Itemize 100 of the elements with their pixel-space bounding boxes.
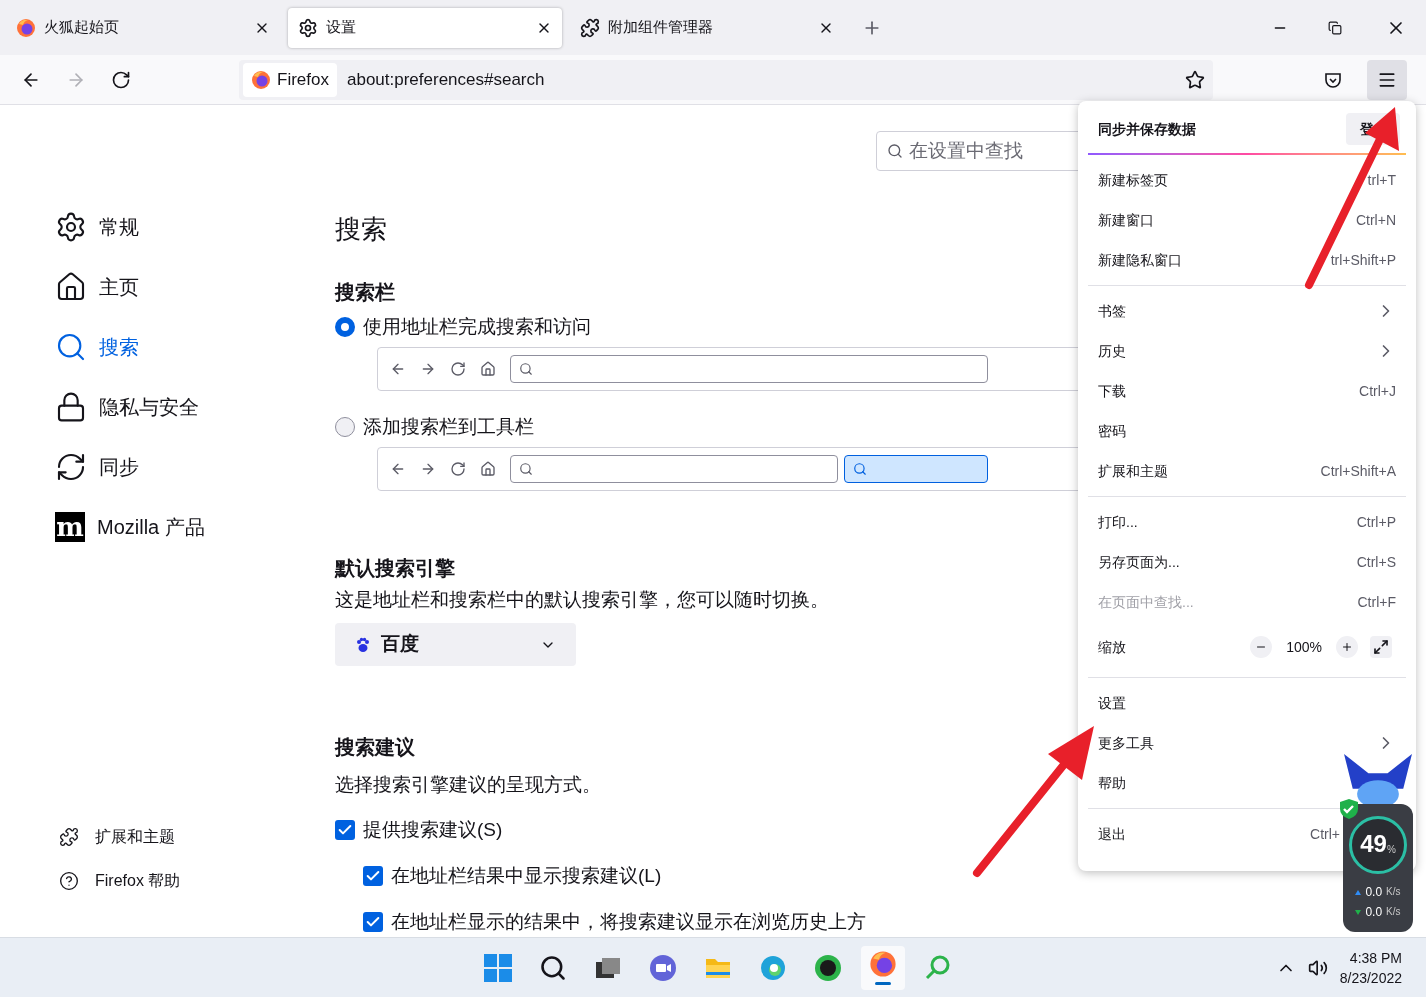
menu-item[interactable]: 另存页面为... xyxy=(1098,553,1180,570)
bookmark-star-icon[interactable] xyxy=(1185,69,1205,90)
menu-item[interactable]: 新建窗口 xyxy=(1098,211,1154,228)
sidebar-item[interactable]: 常规 xyxy=(55,197,335,257)
menu-item[interactable]: 密码 xyxy=(1098,422,1126,439)
search-icon xyxy=(55,331,87,363)
menu-item[interactable]: 缩放 xyxy=(1098,639,1126,655)
settings-icon xyxy=(55,211,87,243)
firefox-taskbar-button[interactable] xyxy=(861,945,905,990)
rate-unit: K/s xyxy=(1386,885,1401,899)
menu-item[interactable]: 新建隐私窗口 xyxy=(1098,251,1182,268)
menu-item[interactable]: 扩展和主题 xyxy=(1098,462,1168,479)
active-indicator xyxy=(875,982,891,985)
search-icon xyxy=(853,462,867,476)
percent-unit: % xyxy=(1386,844,1396,857)
shortcut-text: trl+Shift+P xyxy=(1330,250,1396,270)
search-icon xyxy=(519,362,533,376)
radio-button[interactable] xyxy=(335,317,355,337)
radio-button[interactable] xyxy=(335,417,355,437)
forward-arrow-icon xyxy=(420,461,436,477)
round-app-icon xyxy=(814,953,842,982)
shield-check-icon xyxy=(1339,798,1359,820)
menu-item[interactable]: 退出 xyxy=(1098,825,1126,842)
sidebar-item[interactable]: 隐私与安全 xyxy=(55,377,335,437)
menu-item[interactable]: 设置 xyxy=(1098,694,1126,711)
shortcut-text: trl+T xyxy=(1367,170,1396,190)
reload-icon xyxy=(450,361,466,377)
menu-item[interactable]: 打印... xyxy=(1098,513,1138,530)
checkbox[interactable] xyxy=(363,912,383,932)
menu-item[interactable]: 更多工具 xyxy=(1098,734,1154,751)
browser-swirl-icon xyxy=(759,953,787,982)
sidebar-item[interactable]: 主页 xyxy=(55,257,335,317)
paw-icon xyxy=(355,636,371,653)
checkbox-label: 提供搜索建议(S) xyxy=(363,817,503,842)
download-arrow-icon xyxy=(1355,909,1362,915)
checkbox-label: 在地址栏显示的结果中，将搜索建议显示在浏览历史上方 xyxy=(391,909,866,934)
home-icon xyxy=(55,271,87,303)
browser-tab[interactable]: 设置 xyxy=(288,7,562,48)
checkbox[interactable] xyxy=(363,866,383,886)
search-icon xyxy=(887,143,903,159)
usage-percent: 49 xyxy=(1360,831,1387,857)
checkbox[interactable] xyxy=(335,820,355,840)
address-field[interactable]: Firefox about:preferences#search xyxy=(239,59,1213,100)
sidebar-item[interactable]: 同步 xyxy=(55,437,335,497)
browser-tab[interactable]: 附加组件管理器 xyxy=(570,7,844,48)
menu-item[interactable]: 书签 xyxy=(1098,302,1126,319)
footer-link[interactable]: Firefox 帮助 xyxy=(55,869,335,893)
rate-unit: K/s xyxy=(1386,905,1401,919)
sidebar-item[interactable]: m Mozilla 产品 xyxy=(55,497,335,557)
firefox-logo-icon xyxy=(16,17,36,38)
zoom-level[interactable]: 100% xyxy=(1286,636,1322,658)
firefox-logo-icon xyxy=(251,69,271,90)
mozilla-logo: m xyxy=(55,512,85,542)
puzzle-icon xyxy=(59,827,79,847)
video-camera-icon xyxy=(649,953,677,982)
zoom-out-button[interactable] xyxy=(1250,636,1273,658)
shortcut-text: Ctrl+J xyxy=(1359,381,1396,401)
speaker-icon[interactable] xyxy=(1307,957,1328,978)
lock-icon xyxy=(55,391,87,423)
fullscreen-button[interactable] xyxy=(1370,636,1392,658)
checkbox-label: 在地址栏结果中显示搜索建议(L) xyxy=(391,863,662,888)
zoom-in-button[interactable] xyxy=(1336,636,1358,658)
help-icon xyxy=(59,871,79,891)
reload-icon[interactable] xyxy=(111,69,131,90)
section-description: 这是地址栏和搜索栏中的默认搜索引擎，您可以随时切换。 xyxy=(335,588,829,612)
menu-item[interactable]: 新建标签页 xyxy=(1098,171,1168,188)
settings-icon xyxy=(298,17,318,38)
shortcut-text: Ctrl+ xyxy=(1310,824,1340,844)
menu-button[interactable] xyxy=(1367,59,1407,100)
taskbar-time: 4:38 PM xyxy=(1349,948,1402,968)
section-heading: 搜索栏 xyxy=(335,280,395,305)
url-text: about:preferences#search xyxy=(346,68,546,91)
sidebar-item[interactable]: 搜索 xyxy=(55,317,335,377)
radio-label: 使用地址栏完成搜索和访问 xyxy=(363,314,591,339)
taskbar-date: 8/23/2022 xyxy=(1339,968,1402,988)
windows-logo-icon xyxy=(484,953,512,982)
firefox-logo-icon xyxy=(869,950,897,978)
magnifier-icon xyxy=(924,953,952,982)
menu-item[interactable]: 下载 xyxy=(1098,382,1126,399)
tab-title: 附加组件管理器 xyxy=(608,17,714,38)
identity-box[interactable]: Firefox xyxy=(243,62,337,97)
reload-icon xyxy=(450,461,466,477)
browser-tab[interactable]: 火狐起始页 xyxy=(6,7,280,48)
section-heading: 默认搜索引擎 xyxy=(335,556,455,581)
shortcut-text: Ctrl+F xyxy=(1357,592,1396,612)
footer-link[interactable]: 扩展和主题 xyxy=(55,825,335,849)
home-icon xyxy=(480,461,496,477)
download-speed: 0.0 xyxy=(1365,904,1383,921)
sync-icon xyxy=(55,451,87,483)
shortcut-text: Ctrl+N xyxy=(1355,210,1396,230)
engine-dropdown[interactable]: 百度 xyxy=(335,623,576,666)
shortcut-text: Ctrl+P xyxy=(1356,512,1396,532)
menu-item[interactable]: 历史 xyxy=(1098,342,1126,359)
restore-icon[interactable] xyxy=(1328,20,1342,35)
page-title: 搜索 xyxy=(335,213,387,246)
forward-arrow-icon xyxy=(420,361,436,377)
menu-item[interactable]: 帮助 xyxy=(1098,774,1126,791)
upload-speed: 0.0 xyxy=(1365,884,1383,901)
section-heading: 搜索建议 xyxy=(335,735,415,760)
home-icon xyxy=(480,361,496,377)
